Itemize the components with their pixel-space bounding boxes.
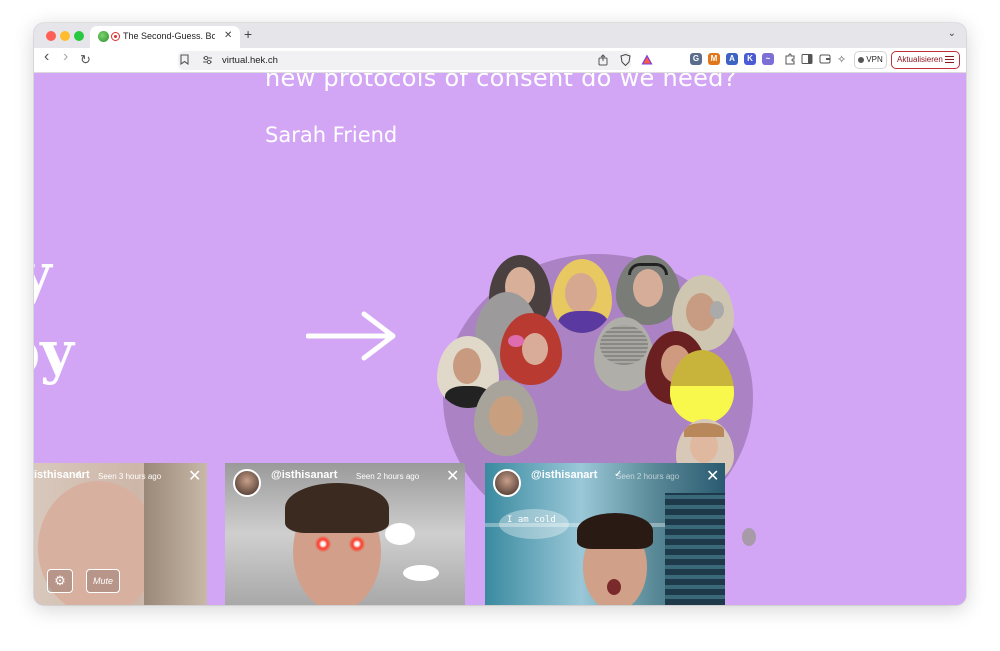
site-settings-icon[interactable] bbox=[202, 55, 213, 68]
card-close-icon[interactable]: ✕ bbox=[446, 466, 459, 486]
speech-text: I am cold bbox=[507, 515, 556, 525]
brave-shields-icon[interactable] bbox=[620, 53, 631, 69]
arrow-right-icon bbox=[306, 311, 396, 361]
bird-extension-icon[interactable]: ~ bbox=[762, 53, 774, 65]
mute-button[interactable]: Mute bbox=[86, 569, 120, 593]
small-egg-shape bbox=[742, 528, 756, 546]
tab-bar: The Second-Guess. Body ✕ + ⌄ bbox=[34, 23, 966, 48]
settings-button[interactable]: ⚙ bbox=[47, 569, 73, 593]
recording-icon bbox=[111, 32, 120, 41]
update-button[interactable]: Aktualisieren bbox=[891, 51, 960, 69]
browser-tab[interactable]: The Second-Guess. Body ✕ bbox=[90, 26, 240, 48]
menu-icon bbox=[945, 56, 954, 63]
story-card[interactable]: isthisanart ✓ Seen 3 hours ago ✕ ⚙ Mute bbox=[34, 463, 207, 605]
avatar[interactable] bbox=[233, 469, 261, 497]
gear-icon: ⚙ bbox=[54, 573, 66, 588]
wallet-icon[interactable] bbox=[819, 53, 831, 69]
shield-extension-icon[interactable]: G bbox=[690, 53, 702, 65]
card-seen-time: Seen 2 hours ago bbox=[356, 472, 420, 481]
leo-ai-icon[interactable]: ✧ bbox=[837, 52, 846, 68]
laser-eye-right bbox=[349, 536, 365, 552]
ext-blue-icon[interactable]: A bbox=[726, 53, 738, 65]
card-username[interactable]: @isthisanart bbox=[271, 469, 337, 481]
close-window-button[interactable] bbox=[46, 31, 56, 41]
k-extension-icon[interactable]: K bbox=[744, 53, 756, 65]
laser-eye-left bbox=[315, 536, 331, 552]
card-close-icon[interactable]: ✕ bbox=[188, 466, 201, 486]
author-name: Sarah Friend bbox=[265, 123, 398, 147]
browser-window: The Second-Guess. Body ✕ + ⌄ ‹ › ↻ virtu… bbox=[34, 23, 966, 605]
url-text: virtual.hek.ch bbox=[222, 55, 278, 66]
story-card[interactable]: I am cold @isthisanart ✓ Seen 2 hours ag… bbox=[485, 463, 725, 605]
sidebar-icon[interactable] bbox=[801, 53, 813, 69]
back-button[interactable]: ‹ bbox=[44, 49, 49, 65]
card-username[interactable]: @isthisanart bbox=[531, 469, 597, 481]
vpn-button[interactable]: VPN bbox=[854, 51, 887, 69]
bookmark-icon[interactable] bbox=[180, 54, 189, 68]
light-spot bbox=[385, 523, 415, 545]
forward-button[interactable]: › bbox=[63, 49, 68, 65]
metamask-extension-icon[interactable]: M bbox=[708, 53, 720, 65]
tab-close-icon[interactable]: ✕ bbox=[224, 30, 232, 41]
address-bar[interactable]: virtual.hek.ch bbox=[178, 51, 653, 70]
card-close-icon[interactable]: ✕ bbox=[706, 466, 719, 486]
question-text: new protocols of consent do we need? bbox=[265, 73, 737, 92]
avatar[interactable] bbox=[493, 469, 521, 497]
participant-portrait[interactable] bbox=[616, 255, 680, 325]
title-line-1: y bbox=[34, 240, 52, 308]
story-image-rack bbox=[665, 493, 725, 605]
tab-list-chevron-icon[interactable]: ⌄ bbox=[948, 28, 956, 39]
light-spot bbox=[403, 565, 439, 581]
story-image-hair bbox=[285, 483, 389, 533]
share-icon[interactable] bbox=[598, 54, 608, 69]
minimize-window-button[interactable] bbox=[60, 31, 70, 41]
verified-icon: ✓ bbox=[74, 469, 83, 480]
zoom-window-button[interactable] bbox=[74, 31, 84, 41]
browser-toolbar: ‹ › ↻ virtual.hek.ch G M A K ~ ✧ VPN Akt… bbox=[34, 48, 966, 73]
page-content: new protocols of consent do we need? Sar… bbox=[34, 73, 966, 605]
story-image-hair bbox=[577, 513, 653, 549]
update-label: Aktualisieren bbox=[897, 55, 943, 64]
puzzle-extensions-icon[interactable] bbox=[784, 53, 796, 69]
brave-rewards-icon[interactable] bbox=[641, 54, 653, 68]
title-line-2: aby bbox=[34, 318, 74, 386]
tab-title: The Second-Guess. Body bbox=[123, 31, 215, 41]
reload-button[interactable]: ↻ bbox=[80, 52, 91, 68]
card-seen-time: Seen 3 hours ago bbox=[98, 472, 162, 481]
story-image-mouth bbox=[607, 579, 621, 595]
site-favicon-icon bbox=[98, 31, 109, 42]
vpn-label: VPN bbox=[866, 55, 883, 64]
vpn-status-icon bbox=[858, 56, 865, 63]
card-seen-time: Seen 2 hours ago bbox=[616, 472, 680, 481]
story-card[interactable]: @isthisanart Seen 2 hours ago ✕ bbox=[225, 463, 465, 605]
new-tab-button[interactable]: + bbox=[244, 26, 252, 42]
